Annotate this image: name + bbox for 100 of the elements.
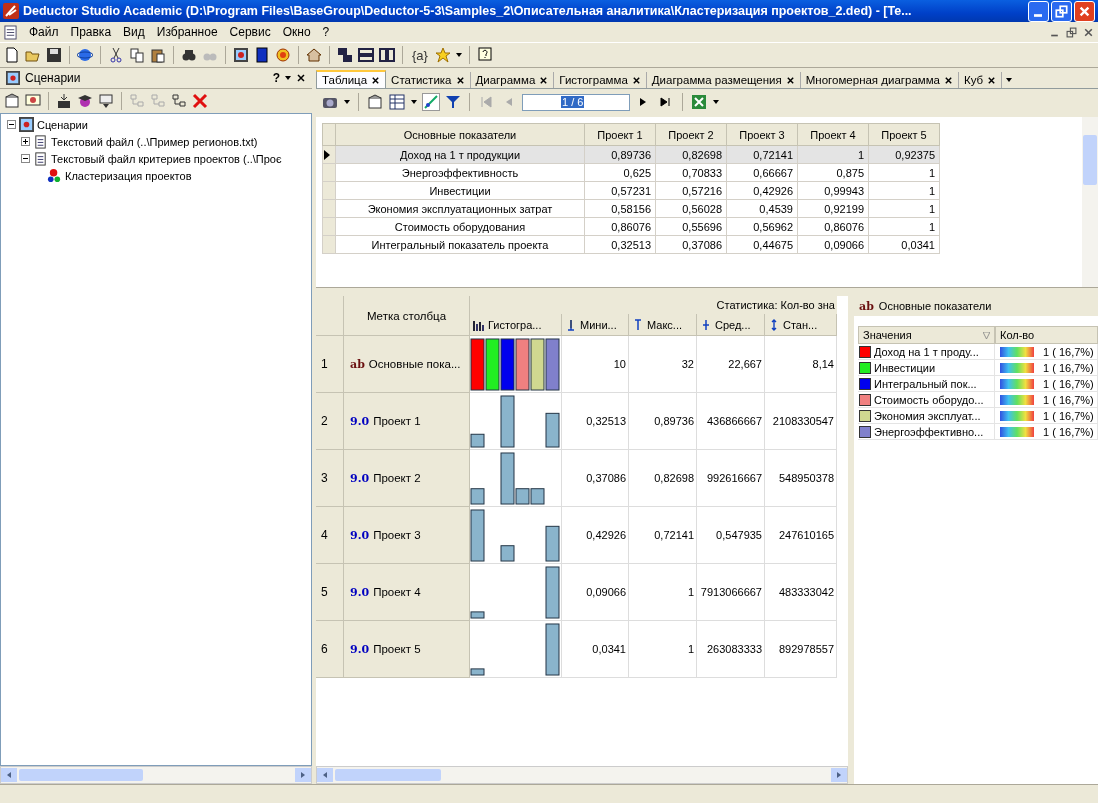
- export-icon[interactable]: [98, 93, 114, 109]
- table-cell: 0,0341: [562, 621, 629, 678]
- close-icon[interactable]: [539, 75, 549, 85]
- tree-item[interactable]: Текстовый файл критериев проектов (..\Проє: [51, 152, 282, 165]
- properties-icon[interactable]: [367, 94, 383, 110]
- tab[interactable]: Диаграмма размещения: [646, 72, 801, 88]
- horizontal-scrollbar[interactable]: [316, 766, 848, 784]
- spreadsheet-icon[interactable]: [691, 94, 707, 110]
- home-icon[interactable]: [306, 47, 322, 63]
- column-header[interactable]: Проект 2: [655, 123, 727, 146]
- tab[interactable]: Таблица: [316, 70, 387, 88]
- horizontal-scrollbar[interactable]: [0, 766, 312, 784]
- help-icon[interactable]: [476, 47, 493, 63]
- table-row[interactable]: Интегральный показатель проекта 0,32513 0,37086 0,44675 0,09066 0,0341: [322, 235, 940, 254]
- caret-icon[interactable]: [411, 100, 417, 104]
- column-header[interactable]: Макс...: [629, 314, 697, 336]
- caret-icon[interactable]: [285, 76, 291, 80]
- caret-icon[interactable]: [713, 100, 719, 104]
- tile-v-icon[interactable]: [379, 47, 395, 63]
- menu-item[interactable]: Вид: [117, 25, 151, 39]
- close-icon[interactable]: [987, 75, 997, 85]
- formula-icon[interactable]: [423, 94, 439, 110]
- restore-icon[interactable]: [1066, 26, 1077, 38]
- photo-icon[interactable]: [233, 47, 249, 63]
- tree-item[interactable]: Текстовий файл (..\Пример регионов.txt): [51, 135, 258, 148]
- star-icon[interactable]: [434, 47, 451, 63]
- tab[interactable]: Диаграмма: [470, 72, 555, 88]
- new-icon[interactable]: [4, 47, 20, 63]
- close-icon[interactable]: [944, 75, 954, 85]
- column-header[interactable]: Проект 3: [726, 123, 798, 146]
- caret-icon[interactable]: [344, 100, 350, 104]
- caret-icon[interactable]: [1006, 78, 1013, 82]
- tree-item[interactable]: Кластеризация проектов: [65, 169, 192, 182]
- menu-item[interactable]: Правка: [64, 25, 118, 39]
- collapse-icon[interactable]: [21, 154, 30, 163]
- vertical-scrollbar[interactable]: [1082, 117, 1098, 287]
- column-header[interactable]: Проект 5: [868, 123, 940, 146]
- presentation-icon[interactable]: [25, 93, 41, 109]
- cascade-icon[interactable]: [337, 47, 353, 63]
- close-icon[interactable]: [296, 73, 306, 83]
- table-row[interactable]: Энергоэффективность 0,625 0,70833 0,66667 0,875 1: [322, 163, 940, 182]
- menu-item[interactable]: Окно: [276, 25, 317, 39]
- book-icon[interactable]: [254, 47, 270, 63]
- column-header[interactable]: Значения: [858, 326, 995, 344]
- table-row[interactable]: Инвестиции 0,57231 0,57216 0,42926 0,99943 1: [322, 181, 940, 200]
- tab[interactable]: Многомерная диаграмма: [800, 72, 960, 88]
- column-header[interactable]: Проект 1: [584, 123, 656, 146]
- column-header[interactable]: Метка столбца: [344, 296, 470, 336]
- properties-icon[interactable]: [4, 93, 20, 109]
- minimize-button[interactable]: [1028, 0, 1049, 22]
- tab[interactable]: Статистика: [386, 72, 471, 88]
- tab[interactable]: Куб: [959, 72, 1003, 88]
- page-field[interactable]: 1 / 6: [522, 93, 630, 111]
- close-icon[interactable]: [1083, 26, 1094, 38]
- circle-icon[interactable]: [275, 47, 291, 63]
- scroll-right-icon[interactable]: [831, 768, 847, 782]
- column-header[interactable]: Основные показатели: [335, 123, 585, 146]
- import-icon[interactable]: [56, 93, 72, 109]
- column-header[interactable]: Кол-во: [995, 326, 1098, 344]
- tree-icon[interactable]: [171, 93, 187, 109]
- graduation-cap-icon[interactable]: [77, 93, 93, 109]
- app-logo-icon: [3, 3, 19, 19]
- tile-h-icon[interactable]: [358, 47, 374, 63]
- menu-item[interactable]: Сервис: [223, 25, 277, 39]
- variables-button[interactable]: {a}: [410, 47, 430, 63]
- close-icon[interactable]: [371, 75, 381, 85]
- close-icon[interactable]: [455, 75, 465, 85]
- delete-icon[interactable]: [192, 93, 208, 109]
- paste-icon[interactable]: [150, 47, 166, 63]
- copy-icon[interactable]: [129, 47, 145, 63]
- scroll-right-icon[interactable]: [295, 768, 311, 782]
- tab[interactable]: Гистограмма: [554, 72, 647, 88]
- help-button[interactable]: ?: [272, 71, 280, 85]
- column-header[interactable]: Стан...: [765, 314, 837, 336]
- close-icon[interactable]: [785, 75, 795, 85]
- globe-icon[interactable]: [77, 47, 93, 63]
- collapse-icon[interactable]: [7, 120, 16, 129]
- save-icon[interactable]: [46, 47, 62, 63]
- menu-item[interactable]: Избранное: [150, 25, 224, 39]
- tree-item[interactable]: Сценарии: [37, 118, 88, 131]
- scroll-left-icon[interactable]: [1, 768, 17, 782]
- table-row[interactable]: Экономия эксплуатационных затрат 0,58156 0,56028 0,4539 0,92199 1: [322, 199, 940, 218]
- filter-icon[interactable]: [445, 94, 461, 110]
- column-header[interactable]: Гистогра...: [470, 314, 562, 336]
- cut-icon[interactable]: [108, 47, 124, 63]
- table-row[interactable]: Стоимость оборудования 0,86076 0,55696 0,56962 0,86076 1: [322, 217, 940, 236]
- menu-item[interactable]: Файл: [23, 25, 65, 39]
- close-icon[interactable]: [631, 75, 641, 85]
- column-header[interactable]: Проект 4: [797, 123, 869, 146]
- table-icon[interactable]: [389, 94, 405, 110]
- table-row[interactable]: Доход на 1 т продукции 0,89736 0,82698 0,72141 1 0,92375: [322, 145, 940, 164]
- expand-icon[interactable]: [21, 137, 30, 146]
- column-header[interactable]: Мини...: [562, 314, 629, 336]
- menu-item[interactable]: ?: [316, 25, 336, 39]
- find-icon[interactable]: [181, 47, 197, 63]
- column-header[interactable]: Сред...: [697, 314, 765, 336]
- caret-icon[interactable]: [455, 53, 462, 57]
- close-button[interactable]: [1074, 0, 1095, 22]
- restore-button[interactable]: [1051, 0, 1072, 22]
- scroll-left-icon[interactable]: [317, 768, 333, 782]
